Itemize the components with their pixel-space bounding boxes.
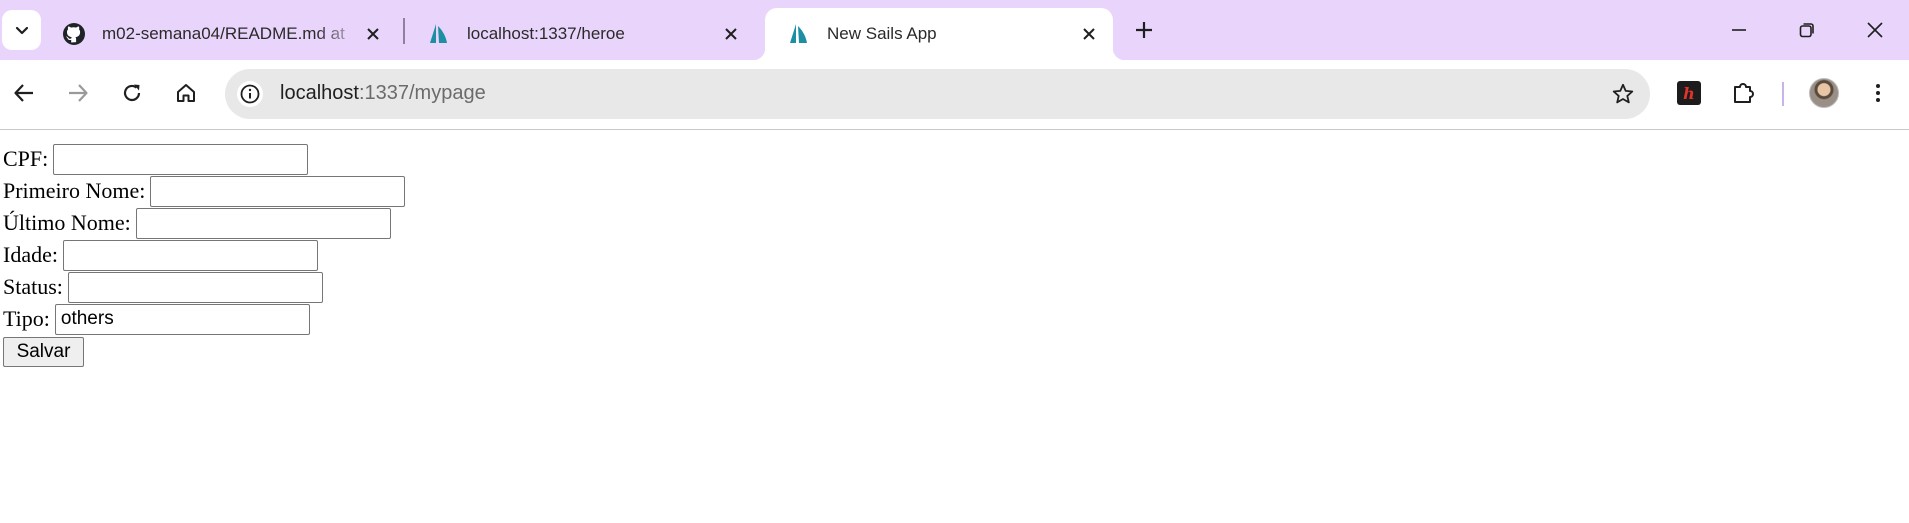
home-icon bbox=[177, 84, 195, 102]
arrow-right-icon bbox=[69, 84, 88, 102]
form-row-cpf: CPF: bbox=[3, 143, 309, 175]
close-icon bbox=[1083, 28, 1095, 40]
puzzle-icon bbox=[1734, 83, 1754, 103]
close-icon bbox=[1867, 22, 1883, 38]
url-text: localhost:1337/mypage bbox=[280, 82, 486, 105]
cpf-input[interactable] bbox=[53, 143, 309, 175]
forward-button[interactable] bbox=[60, 75, 96, 111]
primeiro-nome-input[interactable] bbox=[150, 175, 406, 207]
bookmark-button[interactable] bbox=[1610, 81, 1636, 107]
tab-title: New Sails App bbox=[827, 24, 937, 43]
close-tab-button[interactable] bbox=[721, 24, 741, 44]
tab-github-readme[interactable]: m02-semana04/README.md at bbox=[40, 8, 397, 60]
close-icon bbox=[367, 28, 379, 40]
arrow-left-icon bbox=[14, 84, 33, 102]
home-button[interactable] bbox=[168, 75, 204, 111]
sails-icon bbox=[430, 24, 447, 43]
status-label: Status: bbox=[3, 274, 63, 299]
site-info-button[interactable] bbox=[237, 81, 263, 107]
ultimo-nome-input[interactable] bbox=[135, 207, 391, 239]
tab-strip: m02-semana04/README.md at localhost:1337… bbox=[0, 0, 1909, 60]
extension-h-icon[interactable]: h bbox=[1677, 81, 1701, 105]
idade-input[interactable] bbox=[62, 239, 318, 271]
chevron-down-icon bbox=[15, 26, 28, 35]
tab-title: m02-semana04/README.md at bbox=[102, 24, 345, 43]
reload-icon bbox=[123, 84, 141, 102]
primeiro-nome-label: Primeiro Nome: bbox=[3, 178, 146, 203]
form-row-idade: Idade: bbox=[3, 239, 318, 271]
browser-toolbar: localhost:1337/mypage h bbox=[0, 60, 1909, 130]
new-tab-button[interactable] bbox=[1128, 14, 1160, 46]
reload-button[interactable] bbox=[114, 75, 150, 111]
star-icon bbox=[1612, 83, 1634, 104]
tab-localhost-heroe[interactable]: localhost:1337/heroe bbox=[405, 8, 755, 60]
extensions-button[interactable] bbox=[1726, 75, 1762, 111]
restore-button[interactable] bbox=[1777, 10, 1837, 50]
tab-title: localhost:1337/heroe bbox=[467, 24, 625, 43]
minimize-button[interactable] bbox=[1709, 10, 1769, 50]
form-row-status: Status: bbox=[3, 271, 323, 303]
ultimo-nome-label: Último Nome: bbox=[3, 210, 131, 235]
salvar-button[interactable]: Salvar bbox=[3, 337, 84, 367]
form-row-primeiro-nome: Primeiro Nome: bbox=[3, 175, 406, 207]
form-row-ultimo-nome: Último Nome: bbox=[3, 207, 391, 239]
more-vertical-icon bbox=[1876, 84, 1880, 102]
close-tab-button[interactable] bbox=[363, 24, 383, 44]
profile-avatar[interactable] bbox=[1809, 78, 1839, 108]
address-bar[interactable]: localhost:1337/mypage bbox=[225, 69, 1650, 119]
tipo-input[interactable] bbox=[54, 303, 310, 335]
close-tab-button[interactable] bbox=[1079, 24, 1099, 44]
back-button[interactable] bbox=[6, 75, 42, 111]
cpf-label: CPF: bbox=[3, 146, 49, 171]
tab-search-button[interactable] bbox=[2, 10, 41, 50]
url-path: :1337/mypage bbox=[358, 82, 486, 104]
tipo-label: Tipo: bbox=[3, 306, 50, 331]
toolbar-separator bbox=[1782, 82, 1784, 106]
idade-label: Idade: bbox=[3, 242, 58, 267]
sails-icon bbox=[790, 24, 807, 43]
close-icon bbox=[725, 28, 737, 40]
tab-new-sails-app[interactable]: New Sails App bbox=[753, 8, 1125, 60]
url-host: localhost bbox=[280, 82, 359, 104]
page-content: CPF: Primeiro Nome: Último Nome: Idade: … bbox=[0, 130, 1909, 523]
form-row-tipo: Tipo: bbox=[3, 303, 310, 335]
close-window-button[interactable] bbox=[1845, 10, 1905, 50]
minimize-icon bbox=[1732, 29, 1746, 31]
github-icon bbox=[63, 23, 85, 45]
browser-menu-button[interactable] bbox=[1860, 75, 1896, 111]
status-input[interactable] bbox=[67, 271, 323, 303]
plus-icon bbox=[1136, 22, 1152, 38]
restore-icon bbox=[1799, 23, 1814, 38]
info-icon bbox=[240, 84, 260, 104]
